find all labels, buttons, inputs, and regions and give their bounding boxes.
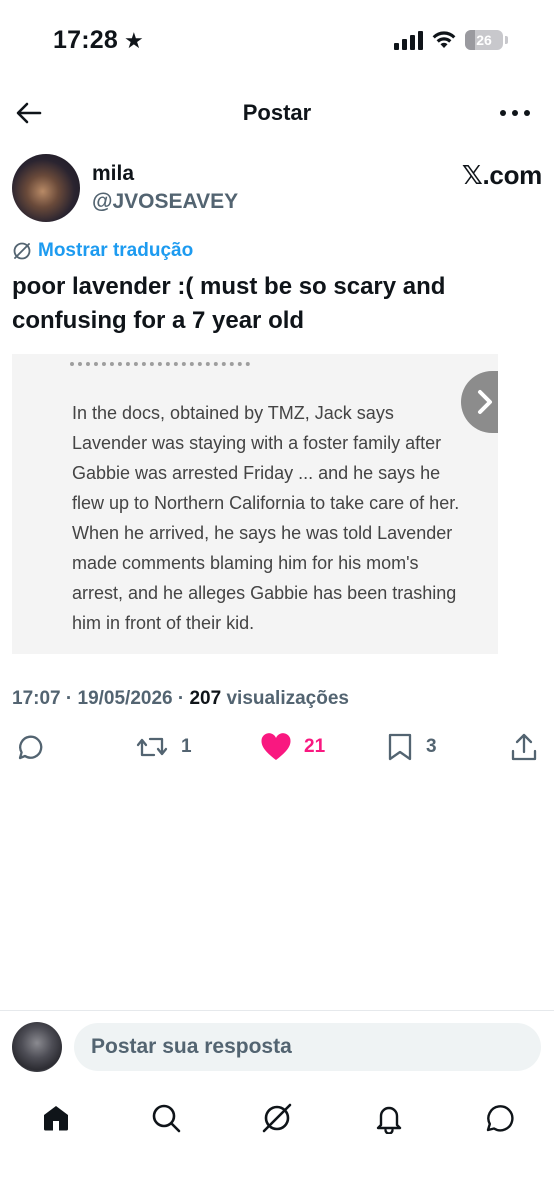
bell-icon — [376, 1106, 402, 1134]
heart-icon — [261, 733, 291, 760]
post-time: 17:07 — [12, 688, 61, 709]
status-bar: 17:28 ★ 26 — [0, 0, 554, 84]
like-button[interactable]: 21 — [260, 732, 325, 762]
views-label[interactable]: visualizações — [226, 688, 349, 709]
battery-percent: 26 — [476, 32, 492, 48]
translate-label: Mostrar tradução — [38, 240, 194, 261]
views-count[interactable]: 207 — [189, 688, 221, 709]
cellular-signal-icon — [394, 31, 423, 50]
chevron-right-icon — [478, 390, 492, 414]
post-date: 19/05/2026 — [77, 688, 173, 709]
page-title: Postar — [242, 100, 312, 125]
status-indicators: 26 — [393, 30, 508, 50]
battery-cap — [505, 36, 508, 44]
user-avatar[interactable] — [12, 1022, 62, 1072]
post-actions: 1 21 3 — [12, 732, 542, 766]
cropped-text-line — [70, 362, 250, 372]
author-handle[interactable]: @JVOSEAVEY — [92, 190, 238, 214]
source-label: 𝕏.com — [461, 160, 542, 190]
nav-notifications[interactable] — [371, 1100, 407, 1136]
bookmark-count: 3 — [426, 736, 437, 757]
battery-level — [465, 30, 475, 50]
post-text: poor lavender :( must be so scary and co… — [12, 273, 446, 334]
wifi-icon — [432, 31, 456, 48]
repost-button[interactable]: 1 — [135, 732, 192, 762]
reply-button[interactable] — [14, 732, 44, 762]
nav-messages[interactable] — [481, 1100, 517, 1136]
star-icon: ★ — [123, 27, 144, 53]
chat-bubble-icon — [486, 1105, 514, 1132]
repost-icon — [136, 737, 168, 757]
repost-count: 1 — [181, 736, 192, 757]
nav-home[interactable] — [38, 1100, 74, 1136]
bookmark-button[interactable]: 3 — [386, 732, 437, 762]
like-count: 21 — [304, 736, 326, 757]
search-icon — [152, 1104, 181, 1133]
home-icon — [44, 1106, 68, 1131]
separator: · — [177, 688, 190, 709]
more-dots-icon — [500, 110, 506, 116]
post-image[interactable]: In the docs, obtained by TMZ, Jack says … — [12, 354, 498, 654]
reply-input[interactable]: Postar sua resposta — [74, 1023, 541, 1071]
image-text: In the docs, obtained by TMZ, Jack says … — [72, 403, 460, 633]
post-author: mila @JVOSEAVEY 𝕏.com — [12, 154, 542, 224]
share-button[interactable] — [510, 732, 538, 762]
clock-time: 17:28 — [53, 26, 118, 54]
grok-icon — [13, 242, 31, 260]
battery-icon: 26 — [465, 30, 503, 50]
post-header: Postar — [0, 88, 554, 140]
post-meta: 17:07 · 19/05/2026 · 207 visualizações — [12, 688, 349, 710]
separator: · — [65, 688, 78, 709]
nav-search[interactable] — [148, 1100, 184, 1136]
reply-icon — [18, 735, 43, 760]
more-dot — [524, 110, 530, 116]
more-dot — [512, 110, 518, 116]
author-name[interactable]: mila — [92, 162, 134, 186]
more-options-button[interactable] — [500, 100, 530, 126]
divider — [0, 1010, 554, 1011]
bottom-nav — [0, 1092, 554, 1152]
author-avatar[interactable] — [12, 154, 80, 222]
show-translation-button[interactable]: Mostrar tradução — [12, 240, 193, 262]
status-time: 17:28 ★ — [53, 26, 144, 55]
share-icon — [511, 733, 537, 761]
nav-grok[interactable] — [259, 1100, 295, 1136]
grok-icon — [262, 1103, 292, 1133]
bookmark-icon — [388, 733, 412, 761]
